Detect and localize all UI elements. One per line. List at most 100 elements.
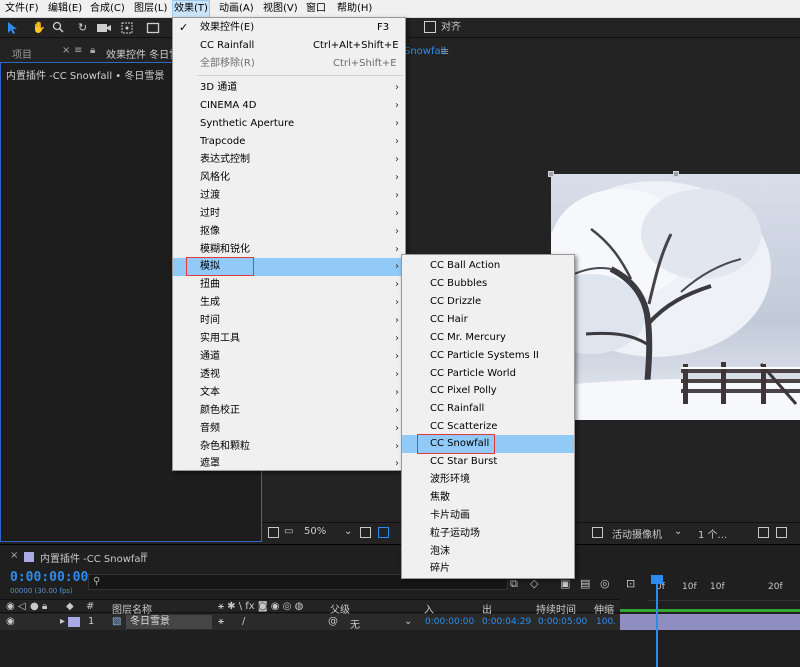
menu-item-cinema-4d[interactable]: CINEMA 4D › (173, 97, 405, 115)
menu-help[interactable]: 帮助(H) (336, 0, 373, 18)
layer-stretch[interactable]: 100. (596, 617, 616, 627)
layer-label-color[interactable] (68, 617, 80, 627)
pan-behind-tool-icon[interactable] (120, 21, 134, 35)
views-select[interactable]: 1 个... (698, 526, 727, 541)
submenu-item-cc-mr-mercury[interactable]: CC Mr. Mercury (402, 329, 574, 347)
rectangle-tool-icon[interactable] (146, 21, 160, 35)
menu-file[interactable]: 文件(F) (4, 0, 40, 18)
snapshot-icon[interactable] (592, 527, 603, 538)
submenu-item-cc-star-burst[interactable]: CC Star Burst (402, 453, 574, 471)
menu-item-synthetic-aperture[interactable]: Synthetic Aperture › (173, 115, 405, 133)
monitor-icon[interactable]: ▭ (284, 526, 293, 537)
close-icon[interactable]: × (62, 45, 70, 56)
lock-icon[interactable]: 🔒︎ (42, 601, 47, 612)
submenu-item-particle-playground[interactable]: 粒子运动场 (402, 525, 574, 543)
selection-tool-icon[interactable] (6, 21, 18, 35)
parent-select[interactable]: 无 (350, 616, 360, 631)
menu-window[interactable]: 窗口 (305, 0, 327, 18)
menu-item-stylize[interactable]: 风格化 › (173, 169, 405, 187)
menu-item-matte[interactable]: 遮罩 › (173, 456, 405, 471)
hand-tool-icon[interactable]: ✋ (32, 21, 46, 35)
menu-item-transition[interactable]: 过渡 › (173, 187, 405, 205)
menu-item-utility[interactable]: 实用工具 › (173, 330, 405, 348)
submenu-item-shatter[interactable]: 碎片 (402, 560, 574, 578)
menu-item-color-correction[interactable]: 颜色校正 › (173, 402, 405, 420)
menu-lines-icon[interactable]: ≡ (74, 45, 82, 56)
tab-project[interactable]: 项目 (12, 46, 32, 61)
submenu-item-caustics[interactable]: 焦散 (402, 489, 574, 507)
panel-menu-icon[interactable]: ≡ (440, 45, 449, 58)
menu-effect[interactable]: 效果(T) (172, 0, 210, 18)
playhead[interactable] (656, 581, 658, 667)
zoom-select[interactable]: 50% (304, 526, 326, 537)
menu-item-expression-controls[interactable]: 表达式控制 › (173, 151, 405, 169)
motion-blur-icon[interactable]: ◎ (600, 577, 610, 590)
transform-handle[interactable] (673, 171, 679, 177)
align-checkbox[interactable] (424, 21, 436, 33)
video-toggle-icon[interactable]: ◉ (6, 601, 15, 612)
switch-shy-icon[interactable]: ⚹ (218, 616, 224, 627)
chevron-down-icon[interactable]: ⌄ (344, 526, 352, 537)
submenu-item-foam[interactable]: 泡沫 (402, 543, 574, 561)
expand-arrow-icon[interactable]: ▸ (60, 616, 65, 627)
submenu-item-cc-drizzle[interactable]: CC Drizzle (402, 293, 574, 311)
comp-flowchart-icon[interactable]: ⧉ (510, 577, 518, 591)
menu-view[interactable]: 视图(V) (262, 0, 299, 18)
switch-quality-icon[interactable]: / (242, 616, 245, 627)
table-row[interactable]: ◉ ▸ 1 ▧ 冬日雪景 ⚹ / @ 无 ⌄ 0:00:00:00 0:00:0… (0, 614, 620, 631)
menu-item-3d-channel[interactable]: 3D 通道 › (173, 79, 405, 97)
submenu-item-cc-pixel-polly[interactable]: CC Pixel Polly (402, 382, 574, 400)
menu-item-distort[interactable]: 扭曲 › (173, 276, 405, 294)
video-toggle-icon[interactable]: ◉ (6, 616, 15, 627)
submenu-item-wave-world[interactable]: 波形环境 (402, 471, 574, 489)
menu-layer[interactable]: 图层(L) (133, 0, 168, 18)
menu-item-channel[interactable]: 通道 › (173, 348, 405, 366)
layer-name[interactable]: 冬日雪景 (126, 615, 212, 629)
layout-icon[interactable] (758, 527, 769, 538)
submenu-item-card-dance[interactable]: 卡片动画 (402, 507, 574, 525)
menu-animation[interactable]: 动画(A) (218, 0, 255, 18)
always-preview-icon[interactable] (268, 527, 279, 538)
work-area-bar[interactable] (620, 609, 800, 612)
zoom-tool-icon[interactable] (52, 21, 64, 35)
frame-blending-icon[interactable]: ▤ (580, 577, 590, 590)
region-of-interest-icon[interactable] (360, 527, 371, 538)
graph-editor-icon[interactable]: ⊡ (626, 577, 635, 590)
submenu-item-cc-ball-action[interactable]: CC Ball Action (402, 257, 574, 275)
panel-menu-icon[interactable]: ≡ (140, 550, 148, 561)
menu-edit[interactable]: 编辑(E) (47, 0, 83, 18)
submenu-item-cc-particle-world[interactable]: CC Particle World (402, 365, 574, 383)
camera-tool-icon[interactable] (96, 21, 112, 35)
transform-handle[interactable] (548, 171, 554, 177)
audio-toggle-icon[interactable]: ◁ (18, 601, 26, 612)
time-ruler[interactable]: 0f 10f 10f 20f (648, 575, 800, 601)
close-icon[interactable]: × (10, 550, 18, 561)
layer-out-point[interactable]: 0:00:04:29 (482, 617, 531, 627)
menu-item-noise-grain[interactable]: 杂色和颗粒 › (173, 438, 405, 456)
menu-item-time[interactable]: 时间 › (173, 312, 405, 330)
menu-item-audio[interactable]: 音频 › (173, 420, 405, 438)
label-icon[interactable]: ◆ (66, 601, 74, 612)
lock-icon[interactable]: 🔒︎ (90, 45, 95, 56)
tab-timeline-comp[interactable]: 内置插件 -CC Snowfall (40, 550, 146, 565)
current-timecode[interactable]: 0:00:00:00 (10, 570, 88, 585)
menu-item-effect-controls[interactable]: ✓ 效果控件(E) F3 (173, 19, 405, 37)
menu-composition[interactable]: 合成(C) (89, 0, 126, 18)
layer-duration[interactable]: 0:00:05:00 (538, 617, 587, 627)
pick-whip-icon[interactable]: @ (328, 616, 338, 627)
solo-icon[interactable]: ● (30, 601, 39, 612)
menu-item-keying[interactable]: 抠像 › (173, 223, 405, 241)
submenu-item-cc-rainfall[interactable]: CC Rainfall (402, 400, 574, 418)
menu-item-text[interactable]: 文本 › (173, 384, 405, 402)
rotate-tool-icon[interactable]: ↻ (78, 21, 87, 35)
submenu-item-cc-particle-systems-ii[interactable]: CC Particle Systems II (402, 347, 574, 365)
menu-item-trapcode[interactable]: Trapcode › (173, 133, 405, 151)
menu-item-cc-rainfall[interactable]: CC Rainfall Ctrl+Alt+Shift+E (173, 37, 405, 55)
menu-item-generate[interactable]: 生成 › (173, 294, 405, 312)
submenu-item-cc-hair[interactable]: CC Hair (402, 311, 574, 329)
chevron-down-icon[interactable]: ⌄ (404, 616, 412, 627)
menu-item-obsolete[interactable]: 过时 › (173, 205, 405, 223)
transparency-grid-icon[interactable] (378, 527, 389, 538)
menu-item-perspective[interactable]: 透视 › (173, 366, 405, 384)
chevron-down-icon[interactable]: ⌄ (674, 526, 682, 537)
